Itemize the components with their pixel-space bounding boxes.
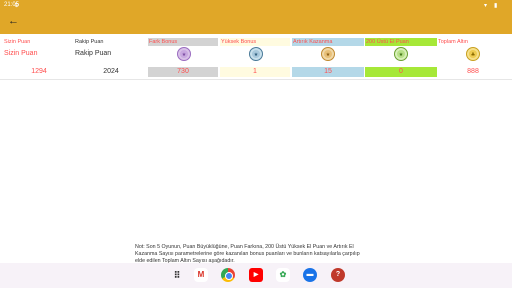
coin-icon: ♣ — [466, 47, 480, 61]
svg-text:★: ★ — [399, 52, 404, 58]
notification-icon: ⚙ — [14, 3, 20, 9]
chrome-icon[interactable] — [221, 268, 235, 282]
coin-icon: ★ — [394, 47, 408, 61]
svg-text:★: ★ — [326, 52, 331, 58]
value-over-200: 0 — [365, 67, 437, 77]
coin-icon: ★ — [177, 47, 191, 61]
game-app-icon[interactable]: ? — [331, 268, 345, 282]
apps-grid-icon[interactable]: ⠿ — [170, 268, 184, 282]
messages-icon[interactable]: ▬ — [303, 268, 317, 282]
photos-icon[interactable]: ✿ — [276, 268, 290, 282]
battery-icon: ▮ — [494, 3, 498, 9]
label-opponent-score: Rakip Puan — [75, 50, 112, 57]
value-difference-bonus: 730 — [148, 67, 218, 77]
status-bar: 21:05 ⚙ ▾ ▮ — [0, 0, 512, 11]
coin-icon: ★ — [321, 47, 335, 61]
header-increasing-win: Artırık Kazanma — [292, 38, 364, 46]
svg-text:★: ★ — [182, 52, 187, 58]
label-your-score: Sizin Puan — [4, 50, 38, 57]
wifi-icon: ▾ — [484, 3, 488, 9]
value-increasing-win: 15 — [292, 67, 364, 77]
value-high-bonus: 1 — [220, 67, 290, 77]
svg-text:★: ★ — [254, 52, 259, 58]
coin-icon: ★ — [249, 47, 263, 61]
gmail-icon[interactable]: M — [194, 268, 208, 282]
back-arrow-icon[interactable]: ← — [8, 15, 19, 27]
svg-text:♣: ♣ — [471, 52, 475, 58]
app-dock: ⠿ M ▶ ✿ ▬ ? — [0, 263, 512, 288]
value-your-score: 1294 — [31, 68, 47, 75]
youtube-icon[interactable]: ▶ — [249, 268, 263, 282]
row-divider — [0, 79, 512, 80]
header-total-gold: Toplam Altın — [438, 39, 468, 45]
header-your-score: Sizin Puan — [4, 39, 31, 45]
header-over-200: 200 Üstü El Puan — [365, 38, 437, 46]
header-high-bonus: Yüksek Bonus — [220, 38, 290, 46]
value-total-gold: 888 — [467, 68, 479, 75]
header-opponent-score: Rakip Puan — [75, 39, 104, 45]
header-difference-bonus: Fark Bonus — [148, 38, 218, 46]
app-bar: ← — [0, 11, 512, 34]
value-opponent-score: 2024 — [103, 68, 119, 75]
